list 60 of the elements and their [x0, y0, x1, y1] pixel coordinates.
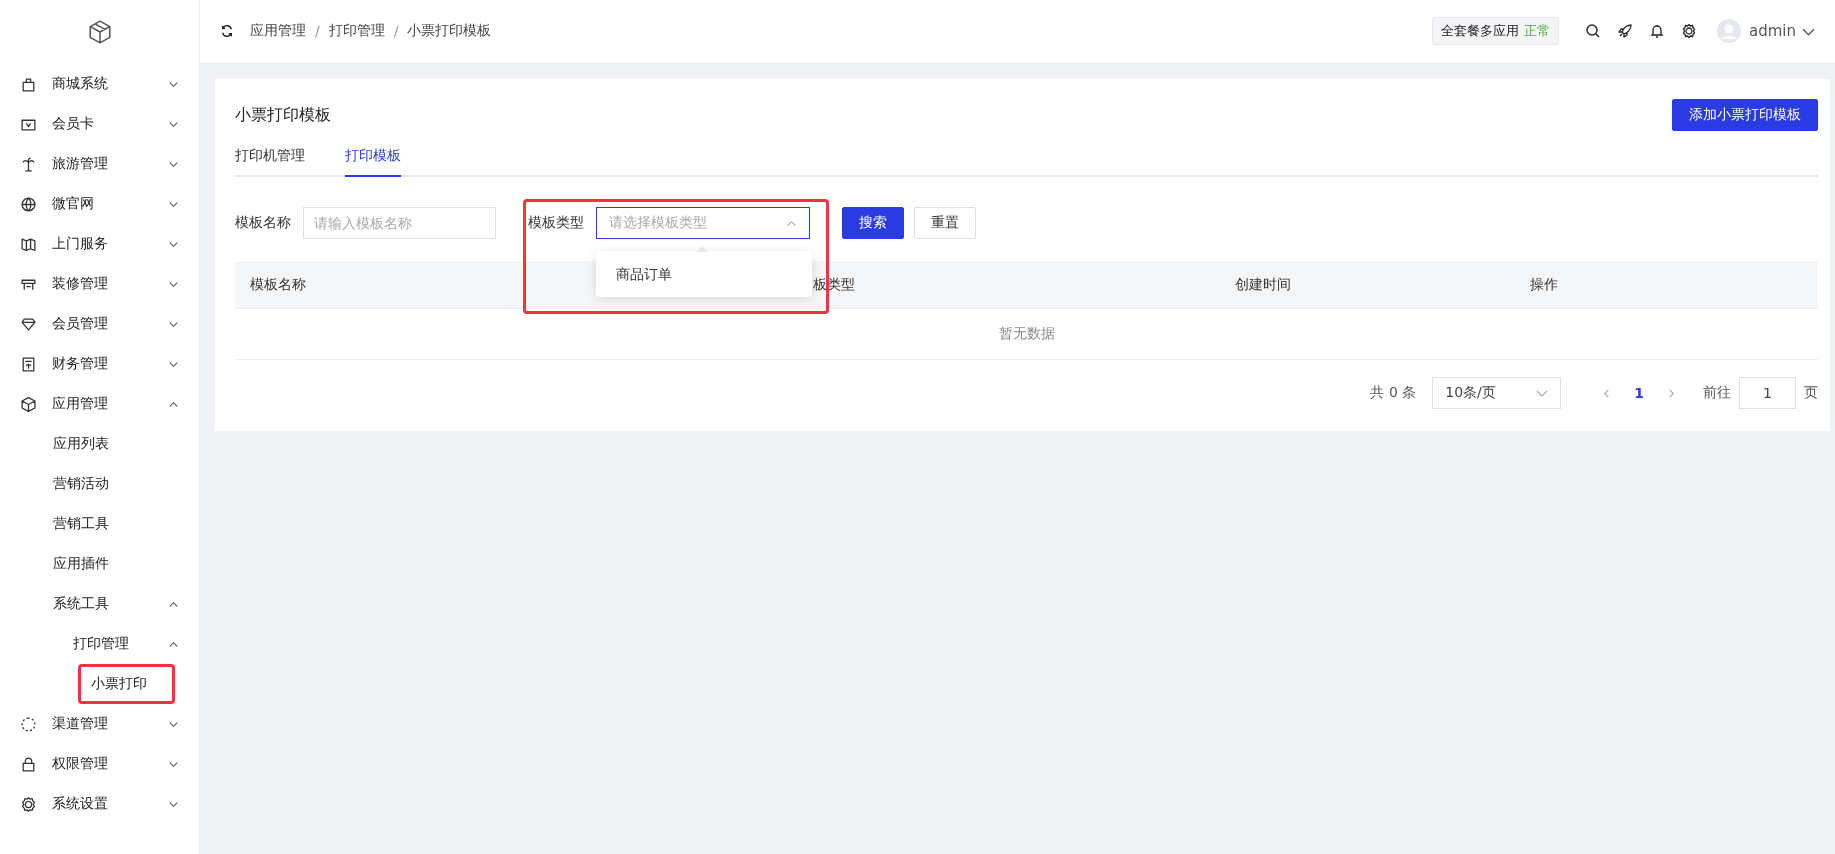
page-number[interactable]: 1	[1634, 385, 1644, 401]
sidebar-item[interactable]: 财务管理	[49, 352, 111, 376]
sidebar-item[interactable]: 系统设置	[49, 792, 111, 816]
tab[interactable]: 打印机管理	[235, 141, 305, 177]
breadcrumb-item[interactable]: 应用管理	[250, 22, 306, 40]
rocket-icon[interactable]	[1617, 23, 1633, 39]
gear-icon	[20, 795, 37, 813]
sidebar-item[interactable]: 微官网	[49, 192, 97, 216]
sidebar-item[interactable]: 渠道管理	[49, 712, 111, 736]
sidebar-item[interactable]: 上门服务	[49, 232, 111, 256]
user-name[interactable]: admin	[1749, 22, 1796, 40]
breadcrumb-item: 小票打印模板	[407, 22, 492, 40]
column-header: 模板名称	[249, 275, 307, 294]
palm-tree-icon	[20, 155, 37, 173]
plan-name: 全套餐多应用	[1441, 23, 1519, 38]
page-title: 小票打印模板	[235, 104, 331, 126]
template-name-field[interactable]: 请输入模板名称	[303, 207, 496, 239]
search-button[interactable]: 搜索	[842, 207, 904, 239]
page-suffix: 页	[1804, 384, 1818, 402]
breadcrumb-item[interactable]: 打印管理	[328, 22, 385, 40]
tab[interactable]: 打印模板	[345, 141, 401, 177]
sidebar-item[interactable]: 会员管理	[49, 312, 111, 336]
empty-message: 暂无数据	[998, 325, 1055, 343]
sidebar-item[interactable]: 应用列表	[50, 432, 112, 456]
sidebar-item[interactable]: 营销工具	[50, 512, 112, 536]
refresh-icon[interactable]	[220, 24, 234, 38]
sidebar-item[interactable]: 营销活动	[50, 472, 112, 496]
dropdown-option[interactable]: 商品订单	[596, 257, 812, 291]
sidebar-item[interactable]: 装修管理	[49, 272, 111, 296]
cube-icon	[20, 395, 37, 413]
plan-status: 正常	[1524, 23, 1550, 38]
page-size-select[interactable]: 10条/页	[1432, 377, 1562, 409]
sidebar-item[interactable]: 会员卡	[49, 112, 97, 136]
column-header: 操作	[1529, 275, 1559, 294]
add-template-button[interactable]: 添加小票打印模板	[1672, 99, 1818, 131]
sidebar-item[interactable]: 旅游管理	[49, 152, 111, 176]
settings-icon[interactable]	[1681, 23, 1697, 39]
bell-icon[interactable]	[1649, 23, 1665, 39]
sidebar-item[interactable]: 商城系统	[49, 72, 111, 96]
globe-icon	[20, 195, 37, 213]
filter-label: 模板名称	[235, 214, 291, 232]
search-icon[interactable]	[1585, 23, 1601, 39]
filter-label: 模板类型	[528, 214, 584, 232]
lock-icon	[20, 755, 37, 773]
sidebar-item[interactable]: 打印管理	[70, 632, 132, 656]
sidebar-item[interactable]: 应用管理	[49, 392, 111, 416]
column-header: 创建时间	[1234, 275, 1292, 294]
sidebar-item[interactable]: 权限管理	[49, 752, 111, 776]
sidebar-item[interactable]: 系统工具	[50, 592, 112, 616]
reset-button[interactable]: 重置	[914, 207, 976, 239]
total-count: 共 0 条	[1370, 384, 1417, 402]
receipt-icon	[20, 355, 37, 373]
goto-label: 前往	[1703, 384, 1731, 402]
sidebar-item[interactable]: 应用插件	[50, 552, 112, 576]
breadcrumb-separator: /	[393, 23, 399, 39]
goto-page-field[interactable]: 1	[1739, 377, 1796, 409]
cube-logo-icon	[86, 19, 113, 45]
sidebar-item[interactable]: 小票打印	[78, 664, 175, 704]
breadcrumb-separator: /	[315, 23, 320, 39]
column-header: 板类型	[812, 275, 856, 294]
